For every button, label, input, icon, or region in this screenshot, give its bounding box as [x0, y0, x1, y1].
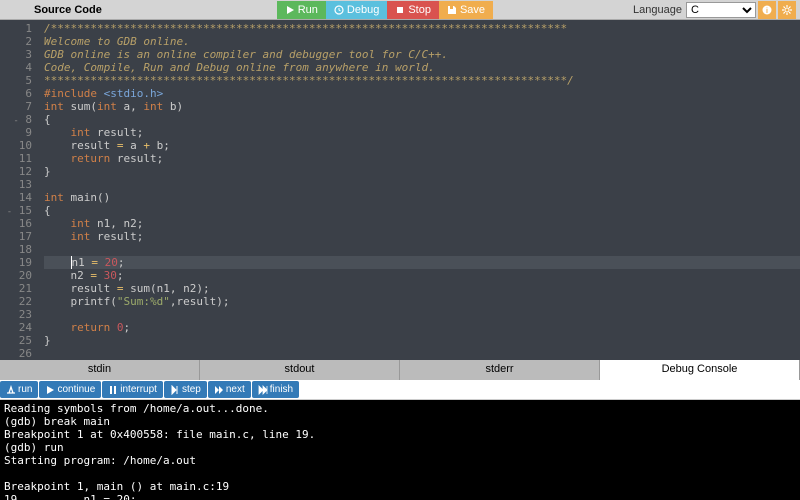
clock-icon: [334, 5, 344, 15]
svg-text:i: i: [766, 8, 768, 15]
save-button[interactable]: Save: [439, 1, 493, 19]
language-label: Language: [633, 4, 682, 16]
dbg-next-button[interactable]: next: [208, 381, 251, 398]
info-icon: i: [762, 5, 772, 15]
finish-icon: [258, 385, 268, 395]
pause-icon: [108, 385, 118, 395]
toolbar: Source Code Run Debug Stop Save Language…: [0, 0, 800, 20]
gear-icon: [782, 5, 792, 15]
debug-console-output[interactable]: Reading symbols from /home/a.out...done.…: [0, 400, 800, 500]
debug-button[interactable]: Debug: [326, 1, 387, 19]
code-area[interactable]: /***************************************…: [38, 20, 800, 360]
stop-button[interactable]: Stop: [387, 1, 439, 19]
dbg-run-button[interactable]: run: [0, 381, 38, 398]
tab-debug-console[interactable]: Debug Console: [600, 360, 800, 380]
next-icon: [214, 385, 224, 395]
run-button[interactable]: Run: [277, 1, 326, 19]
source-code-title: Source Code: [34, 4, 102, 16]
continue-icon: [45, 385, 55, 395]
dbg-step-button[interactable]: step: [164, 381, 207, 398]
tab-stdout[interactable]: stdout: [200, 360, 400, 380]
debug-toolbar: run continue interrupt step next finish: [0, 380, 800, 400]
step-icon: [170, 385, 180, 395]
tab-stderr[interactable]: stderr: [400, 360, 600, 380]
output-tabs: stdin stdout stderr Debug Console: [0, 360, 800, 380]
save-icon: [447, 5, 457, 15]
language-select[interactable]: C: [686, 2, 756, 18]
play-icon: [285, 5, 295, 15]
settings-button[interactable]: [778, 1, 796, 19]
dbg-finish-button[interactable]: finish: [252, 381, 299, 398]
dbg-interrupt-button[interactable]: interrupt: [102, 381, 163, 398]
info-button[interactable]: i: [758, 1, 776, 19]
line-gutter: 1234567- 891011121314- 15161718192021222…: [0, 20, 38, 360]
stop-icon: [395, 5, 405, 15]
dbg-continue-button[interactable]: continue: [39, 381, 101, 398]
run-icon: [6, 385, 16, 395]
code-editor[interactable]: 1234567- 891011121314- 15161718192021222…: [0, 20, 800, 360]
tab-stdin[interactable]: stdin: [0, 360, 200, 380]
